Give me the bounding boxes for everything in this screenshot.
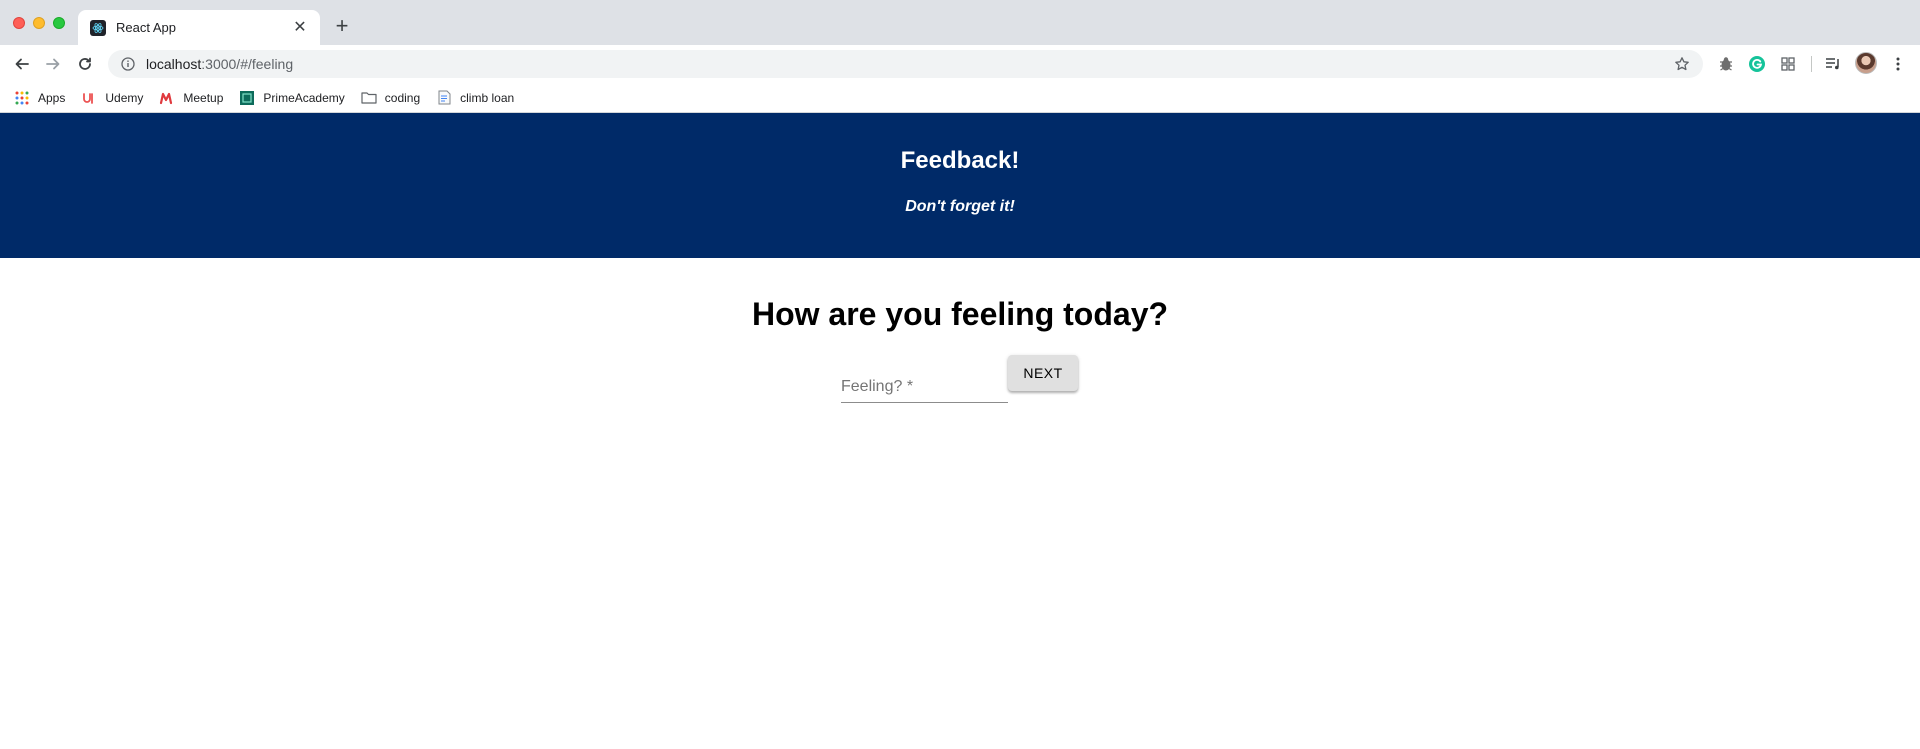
feeling-field-underline bbox=[841, 402, 1008, 403]
bug-extension-icon[interactable] bbox=[1716, 54, 1736, 74]
bookmark-label: Udemy bbox=[105, 90, 144, 105]
address-bar[interactable]: localhost:3000/#/feeling bbox=[108, 50, 1703, 78]
info-icon[interactable] bbox=[120, 56, 136, 72]
bookmark-label: Meetup bbox=[183, 90, 224, 105]
browser-toolbar: localhost:3000/#/feeling bbox=[0, 45, 1920, 83]
udemy-icon bbox=[81, 90, 97, 106]
meetup-icon bbox=[159, 90, 175, 106]
toolbar-divider bbox=[1811, 56, 1812, 72]
bookmark-climb-loan[interactable]: climb loan bbox=[436, 90, 514, 106]
forward-icon[interactable] bbox=[39, 50, 67, 78]
app-header: Feedback! Don't forget it! bbox=[0, 113, 1920, 258]
folder-icon bbox=[361, 90, 377, 106]
apps-grid-icon bbox=[14, 90, 30, 106]
bookmarks-bar: Apps Udemy Meetup PrimeAcademy coding cl… bbox=[0, 83, 1920, 113]
url-text[interactable]: localhost:3000/#/feeling bbox=[146, 56, 1673, 72]
url-host: localhost bbox=[146, 56, 202, 72]
star-icon[interactable] bbox=[1673, 55, 1691, 73]
feeling-input[interactable] bbox=[841, 373, 1008, 401]
header-subtitle: Don't forget it! bbox=[905, 198, 1015, 215]
minimize-window-button[interactable] bbox=[33, 17, 45, 29]
feeling-field[interactable]: Feeling? * bbox=[841, 355, 1008, 403]
bookmark-label: PrimeAcademy bbox=[263, 90, 345, 105]
media-queue-icon[interactable] bbox=[1823, 54, 1843, 74]
bookmark-primeacademy[interactable]: PrimeAcademy bbox=[239, 90, 345, 106]
grammarly-icon[interactable] bbox=[1747, 54, 1767, 74]
reload-icon[interactable] bbox=[71, 50, 99, 78]
tab-title: React App bbox=[116, 20, 176, 35]
document-icon bbox=[436, 90, 452, 106]
prime-academy-icon bbox=[239, 90, 255, 106]
menu-dots-icon[interactable] bbox=[1888, 54, 1908, 74]
bookmark-label: climb loan bbox=[460, 90, 515, 105]
react-logo-icon bbox=[90, 19, 106, 36]
tab-close-icon[interactable]: ✕ bbox=[292, 19, 308, 36]
maximize-window-button[interactable] bbox=[53, 17, 65, 29]
bookmark-apps[interactable]: Apps bbox=[14, 90, 65, 106]
bookmark-label: Apps bbox=[38, 90, 66, 105]
close-window-button[interactable] bbox=[13, 17, 25, 29]
bookmark-coding[interactable]: coding bbox=[361, 90, 420, 106]
extension-grid-icon[interactable] bbox=[1778, 54, 1798, 74]
profile-avatar[interactable] bbox=[1855, 52, 1877, 74]
new-tab-button[interactable]: + bbox=[330, 14, 354, 38]
bookmark-meetup[interactable]: Meetup bbox=[159, 90, 223, 106]
next-button[interactable]: NEXT bbox=[1008, 355, 1078, 391]
bookmark-udemy[interactable]: Udemy bbox=[81, 90, 143, 106]
feeling-question: How are you feeling today? bbox=[751, 296, 1169, 332]
bookmark-label: coding bbox=[384, 90, 421, 105]
tab-strip: React App ✕ + bbox=[0, 0, 1920, 45]
header-title: Feedback! bbox=[900, 147, 1020, 174]
url-path: :3000/#/feeling bbox=[201, 56, 294, 72]
back-icon[interactable] bbox=[8, 50, 36, 78]
browser-tab[interactable]: React App ✕ bbox=[78, 10, 320, 45]
